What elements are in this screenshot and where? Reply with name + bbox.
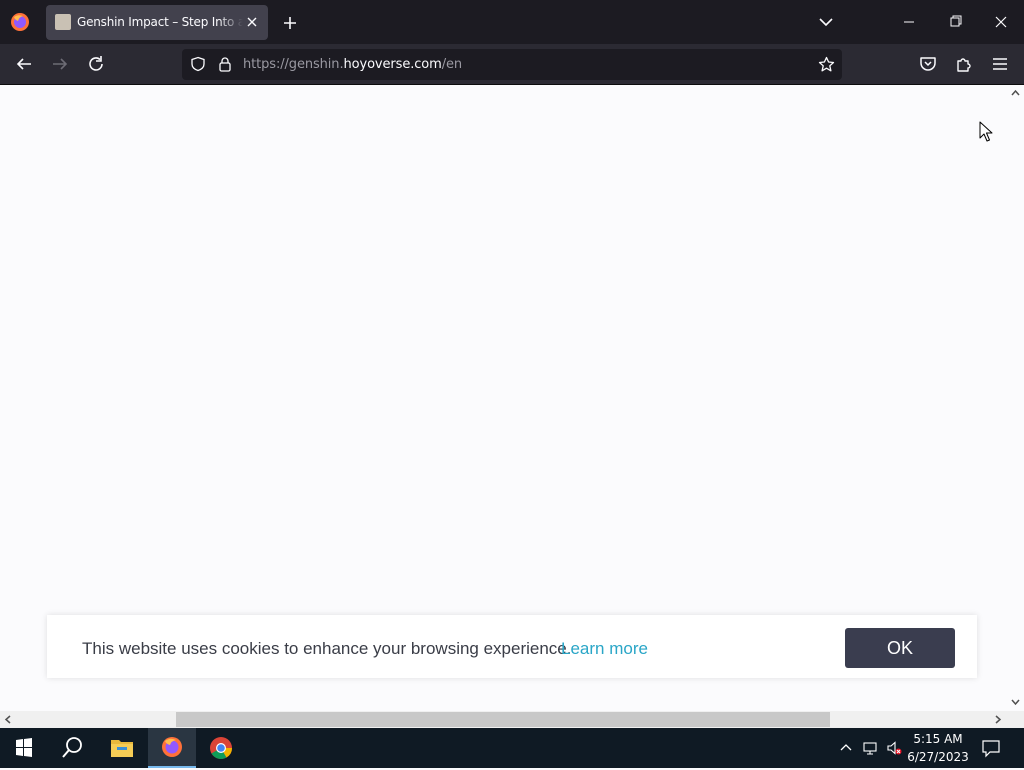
restore-icon[interactable] xyxy=(941,10,969,34)
extensions-icon[interactable] xyxy=(953,53,975,75)
search-icon[interactable] xyxy=(48,728,96,768)
forward-icon[interactable] xyxy=(49,53,71,75)
minimize-icon[interactable] xyxy=(895,10,923,34)
windows-start-icon[interactable] xyxy=(0,728,48,768)
tab-genshin[interactable]: Genshin Impact – Step Into a Vast Magica… xyxy=(46,5,268,40)
url-path: /en xyxy=(441,57,463,72)
chevron-up-icon[interactable] xyxy=(838,740,854,756)
window-close-icon[interactable] xyxy=(987,10,1015,34)
navigation-bar: https://genshin.hoyoverse.com/en xyxy=(0,44,1024,85)
taskbar-firefox[interactable] xyxy=(148,728,196,768)
cookie-banner: This website uses cookies to enhance you… xyxy=(47,615,977,678)
taskbar: 5:15 AM 6/27/2023 xyxy=(0,728,1024,768)
menu-icon[interactable] xyxy=(989,53,1011,75)
cookie-message: This website uses cookies to enhance you… xyxy=(82,639,572,658)
scroll-right-icon[interactable] xyxy=(993,714,1003,725)
shield-icon[interactable] xyxy=(190,56,206,72)
network-icon[interactable] xyxy=(862,740,878,756)
volume-muted-icon[interactable] xyxy=(886,740,902,756)
horizontal-scroll-thumb[interactable] xyxy=(176,712,830,727)
clock-date[interactable]: 6/27/2023 xyxy=(906,750,970,764)
ok-button[interactable]: OK xyxy=(845,628,955,668)
vertical-scrollbar[interactable] xyxy=(1007,85,1024,711)
star-icon[interactable] xyxy=(818,56,835,73)
notification-icon[interactable] xyxy=(980,738,1002,758)
scrollbar-corner xyxy=(1007,711,1024,728)
chevron-down-icon[interactable] xyxy=(815,12,837,32)
chrome-icon[interactable] xyxy=(197,728,245,768)
plus-icon[interactable] xyxy=(280,13,300,33)
url-text[interactable]: https://genshin.hoyoverse.com/en xyxy=(243,57,462,72)
firefox-icon xyxy=(162,737,182,757)
mouse-cursor-icon xyxy=(979,121,993,142)
tab-bar: Genshin Impact – Step Into a Vast Magica… xyxy=(0,0,1024,44)
tab-favicon-icon xyxy=(55,14,71,30)
url-prefix: https://genshin. xyxy=(243,57,344,72)
clock-time[interactable]: 5:15 AM xyxy=(906,732,970,746)
url-domain: hoyoverse.com xyxy=(343,57,442,72)
lock-icon[interactable] xyxy=(217,56,233,72)
back-icon[interactable] xyxy=(13,53,35,75)
url-bar[interactable]: https://genshin.hoyoverse.com/en xyxy=(182,49,842,80)
tab-title: Genshin Impact – Step Into a Vast Magica… xyxy=(77,15,243,29)
reload-icon[interactable] xyxy=(85,53,107,75)
learn-more-link[interactable]: Learn more xyxy=(561,639,648,659)
scroll-up-icon[interactable] xyxy=(1010,88,1021,98)
scroll-left-icon[interactable] xyxy=(3,714,13,725)
horizontal-scrollbar[interactable] xyxy=(0,711,1007,728)
scroll-down-icon[interactable] xyxy=(1010,697,1021,707)
pocket-icon[interactable] xyxy=(917,53,939,75)
firefox-icon[interactable] xyxy=(10,12,30,32)
close-icon[interactable] xyxy=(244,14,260,30)
file-explorer-icon[interactable] xyxy=(98,728,146,768)
